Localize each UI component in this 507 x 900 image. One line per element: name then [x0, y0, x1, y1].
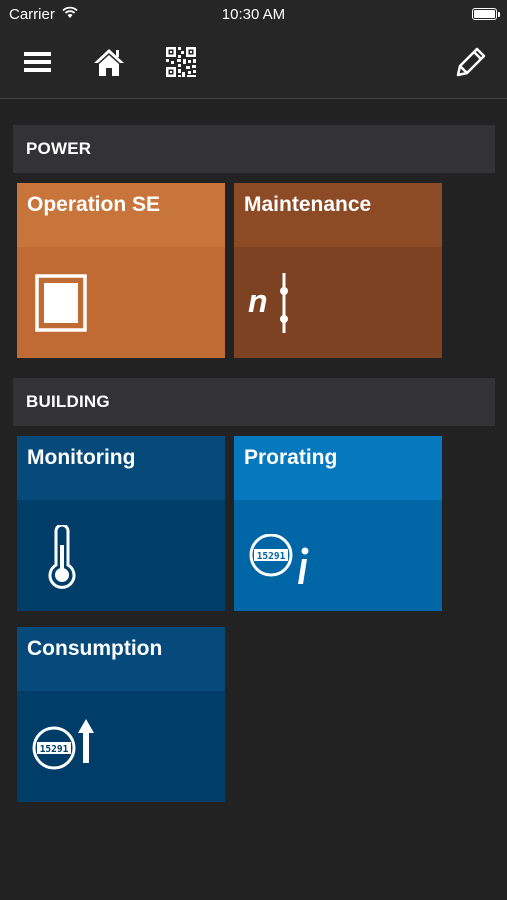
home-icon: [94, 49, 124, 76]
menu-icon: [23, 52, 51, 72]
tile-header: Monitoring: [17, 436, 225, 500]
status-bar: Carrier 10:30 AM: [0, 0, 507, 30]
tile-label: Prorating: [244, 446, 338, 469]
section-title: BUILDING: [26, 392, 110, 411]
n-switch-icon: n: [248, 273, 288, 333]
tile-body: 15291: [234, 500, 442, 611]
tile-header: Prorating: [234, 436, 442, 500]
battery-icon: [472, 8, 500, 20]
qr-code-icon: [166, 47, 196, 77]
thermometer-icon: [48, 525, 76, 589]
qr-scan-button[interactable]: [159, 42, 203, 82]
tile-header: Operation SE: [17, 183, 225, 247]
tile-label: Maintenance: [244, 193, 372, 216]
edit-button[interactable]: [449, 42, 493, 82]
section-header-building: BUILDING: [13, 378, 495, 426]
meter-digits: 15291: [257, 551, 286, 562]
tile-consumption[interactable]: Consumption 15291: [17, 627, 225, 802]
meter-info-icon: 15291: [249, 534, 309, 584]
tile-body: [17, 500, 225, 611]
tile-body: 15291: [17, 691, 225, 802]
toolbar: [0, 30, 507, 99]
tile-header: Maintenance: [234, 183, 442, 247]
tile-header: Consumption: [17, 627, 225, 691]
meter-digits: 15291: [40, 744, 69, 755]
tile-monitoring[interactable]: Monitoring: [17, 436, 225, 611]
home-button[interactable]: [87, 42, 131, 82]
section-header-power: POWER: [13, 125, 495, 173]
svg-text:n: n: [248, 283, 268, 319]
tile-prorating[interactable]: Prorating 15291: [234, 436, 442, 611]
tile-operation-se[interactable]: Operation SE: [17, 183, 225, 358]
breaker-frame-icon: [35, 274, 87, 332]
tile-body: [17, 247, 225, 358]
tile-label: Operation SE: [27, 193, 161, 216]
menu-button[interactable]: [15, 42, 59, 82]
tile-maintenance[interactable]: Maintenance n: [234, 183, 442, 358]
meter-up-icon: 15291: [32, 719, 94, 770]
tile-body: n: [234, 247, 442, 358]
edit-pencil-icon: [456, 47, 486, 77]
tile-label: Monitoring: [27, 446, 136, 469]
clock: 10:30 AM: [221, 6, 286, 23]
tile-label: Consumption: [27, 637, 163, 660]
section-title: POWER: [26, 139, 92, 158]
